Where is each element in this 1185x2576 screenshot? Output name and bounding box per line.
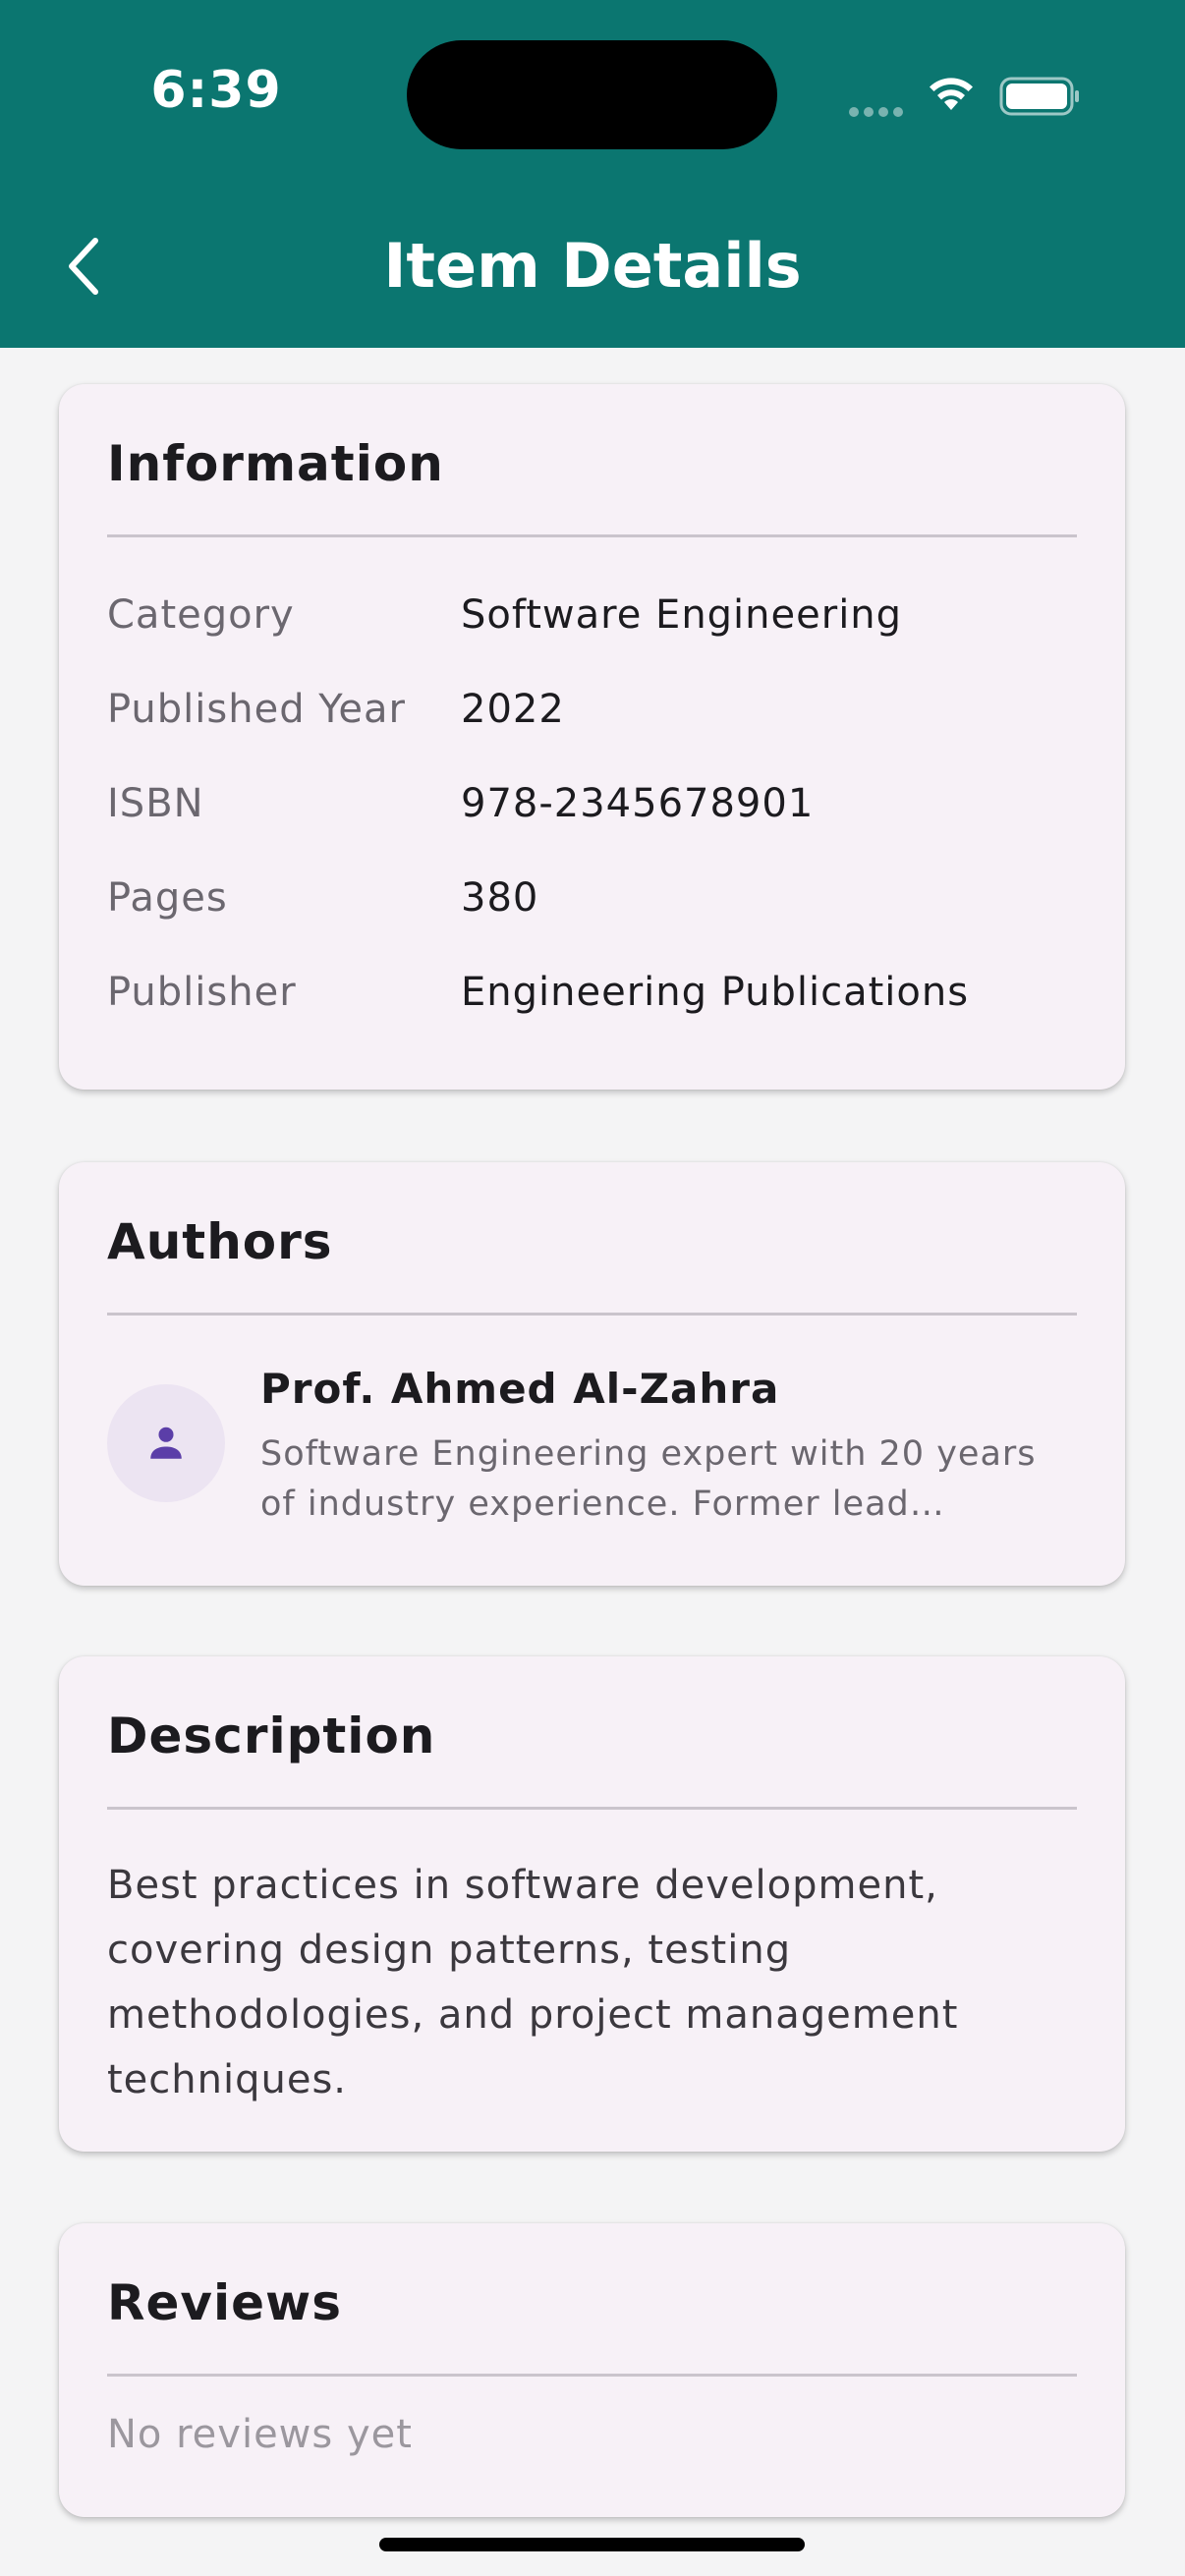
author-name: Prof. Ahmed Al-Zahra [260, 1365, 780, 1413]
wifi-icon [926, 75, 977, 116]
information-card: Information Category Software Engineerin… [59, 384, 1125, 1090]
divider [107, 1807, 1077, 1810]
authors-card: Authors Prof. Ahmed Al-Zahra Software En… [59, 1162, 1125, 1586]
status-time: 6:39 [150, 61, 282, 120]
info-label-published-year: Published Year [107, 687, 406, 732]
reviews-title: Reviews [107, 2274, 343, 2331]
page-title: Item Details [383, 230, 802, 302]
dynamic-island [407, 40, 777, 149]
info-value-category: Software Engineering [461, 592, 903, 638]
cellular-signal-icon [849, 102, 908, 121]
divider [107, 1313, 1077, 1316]
divider [107, 2374, 1077, 2377]
battery-icon [999, 77, 1082, 120]
home-indicator[interactable] [379, 2538, 805, 2551]
author-avatar [107, 1384, 225, 1502]
reviews-card: Reviews No reviews yet [59, 2223, 1125, 2517]
author-bio: Software Engineering expert with 20 year… [260, 1434, 1037, 1524]
info-value-pages: 380 [461, 875, 539, 921]
divider [107, 534, 1077, 537]
description-title: Description [107, 1708, 436, 1764]
authors-title: Authors [107, 1213, 333, 1270]
description-card: Description Best practices in software d… [59, 1656, 1125, 2152]
no-reviews-text: No reviews yet [107, 2412, 413, 2457]
app-bar: 6:39 Item Details [0, 0, 1185, 348]
info-value-publisher: Engineering Publications [461, 970, 970, 1015]
info-value-published-year: 2022 [461, 687, 565, 732]
info-label-isbn: ISBN [107, 781, 204, 826]
info-label-publisher: Publisher [107, 970, 297, 1015]
info-label-category: Category [107, 592, 295, 638]
information-title: Information [107, 435, 444, 492]
info-value-isbn: 978-2345678901 [461, 781, 815, 826]
description-text: Best practices in software development, … [107, 1863, 959, 2102]
person-icon [150, 1427, 182, 1459]
info-label-pages: Pages [107, 875, 228, 921]
